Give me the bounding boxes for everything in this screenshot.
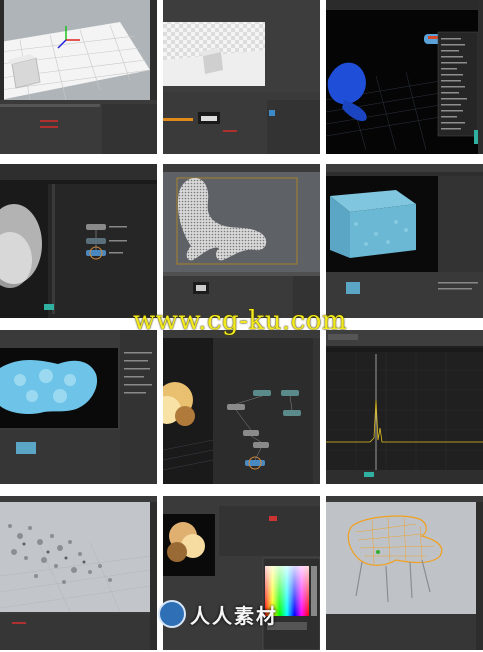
- fluid-sim-scene: [0, 330, 157, 484]
- thumbnail-orange-wire-chair[interactable]: [326, 496, 483, 650]
- viewport-scene: [0, 0, 157, 154]
- thumbnail-blue-object-menu[interactable]: [326, 0, 483, 154]
- render-scene: [163, 0, 320, 154]
- thumbnail-explosion-network[interactable]: [163, 330, 320, 484]
- site-logo: 人人素材: [158, 597, 278, 631]
- graph-editor-scene: [326, 330, 483, 484]
- thumbnail-particle-scatter[interactable]: [0, 496, 157, 650]
- thumbnail-dark-network-nodes[interactable]: [0, 164, 157, 318]
- thumbnail-voxel-dinosaur[interactable]: [163, 164, 320, 318]
- logo-text: 人人素材: [190, 603, 278, 628]
- blue-object-scene: [326, 0, 483, 154]
- wire-chair-scene: [326, 496, 483, 650]
- thumbnail-graph-editor[interactable]: [326, 330, 483, 484]
- watermark-text: www.cg-ku.com: [133, 306, 348, 336]
- fluid-box-scene: [326, 164, 483, 318]
- logo-icon: [158, 600, 186, 628]
- thumbnail-cyan-fluid-sim[interactable]: [0, 330, 157, 484]
- thumbnail-viewport-grid-cube[interactable]: [0, 0, 157, 154]
- explosion-network-scene: [163, 330, 320, 484]
- dinosaur-scene: [163, 164, 320, 318]
- thumbnail-cyan-fluid-box[interactable]: [326, 164, 483, 318]
- particle-scene: [0, 496, 157, 650]
- thumbnail-render-cube-checker[interactable]: [163, 0, 320, 154]
- network-scene: [0, 164, 157, 318]
